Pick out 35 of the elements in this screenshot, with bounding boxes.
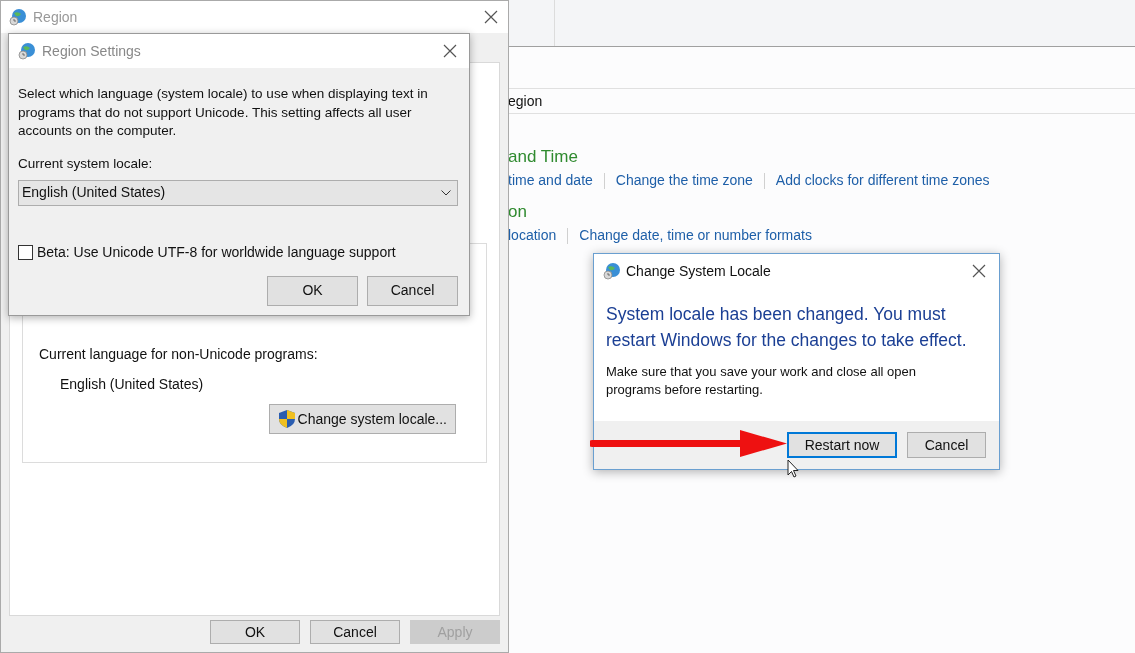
- settings-link[interactable]: time and date: [508, 170, 593, 191]
- message-text: Make sure that you save your work and close all open programs before restarting.: [605, 363, 917, 399]
- locale-dropdown[interactable]: English (United States): [18, 179, 458, 206]
- settings-link[interactable]: location: [508, 225, 557, 246]
- dialog-title: Change System Locale: [626, 261, 772, 281]
- section-heading[interactable]: and Time: [508, 146, 1135, 168]
- chevron-down-icon: [441, 189, 451, 196]
- headline-text: System locale has been changed. You must restart Windows for the changes to take effect.: [605, 303, 968, 352]
- dialog-button[interactable]: Cancel: [310, 620, 400, 644]
- globe-icon: [603, 262, 621, 280]
- dialog-title: Region Settings: [42, 41, 142, 61]
- settings-link[interactable]: Change the time zone: [615, 170, 753, 191]
- checkbox-label[interactable]: Beta: Use Unicode UTF-8 for worldwide language support: [37, 241, 396, 263]
- globe-icon: [18, 42, 36, 60]
- globe-icon: [9, 8, 27, 26]
- change-locale-button[interactable]: Change system locale...: [268, 404, 456, 434]
- description-text: Select which language (system locale) to use when displaying text in programs that do not support Unicode. This setting affects all user accounts on the computer.: [18, 85, 429, 140]
- language-value: English (United States): [60, 375, 205, 394]
- dialog-button[interactable]: OK: [210, 620, 300, 644]
- close-icon[interactable]: [484, 10, 498, 24]
- dialog-button[interactable]: Cancel: [367, 275, 458, 306]
- close-icon[interactable]: [443, 44, 457, 58]
- locale-label: Current system locale:: [18, 154, 154, 173]
- dialog-button[interactable]: Cancel: [907, 432, 986, 458]
- group-label: Current language for non-Unicode programs:: [39, 345, 319, 364]
- settings-link[interactable]: Change date, time or number formats: [579, 225, 812, 246]
- close-icon[interactable]: [972, 264, 986, 278]
- dialog-button[interactable]: Restart now: [787, 432, 897, 458]
- dialog-button[interactable]: OK: [267, 275, 358, 306]
- checkbox[interactable]: [18, 244, 33, 260]
- window-title: Region: [33, 7, 79, 27]
- shield-icon: [277, 409, 296, 429]
- breadcrumb-text[interactable]: egion: [508, 90, 543, 112]
- settings-link[interactable]: Add clocks for different time zones: [775, 170, 990, 191]
- section-heading[interactable]: on: [508, 201, 1135, 223]
